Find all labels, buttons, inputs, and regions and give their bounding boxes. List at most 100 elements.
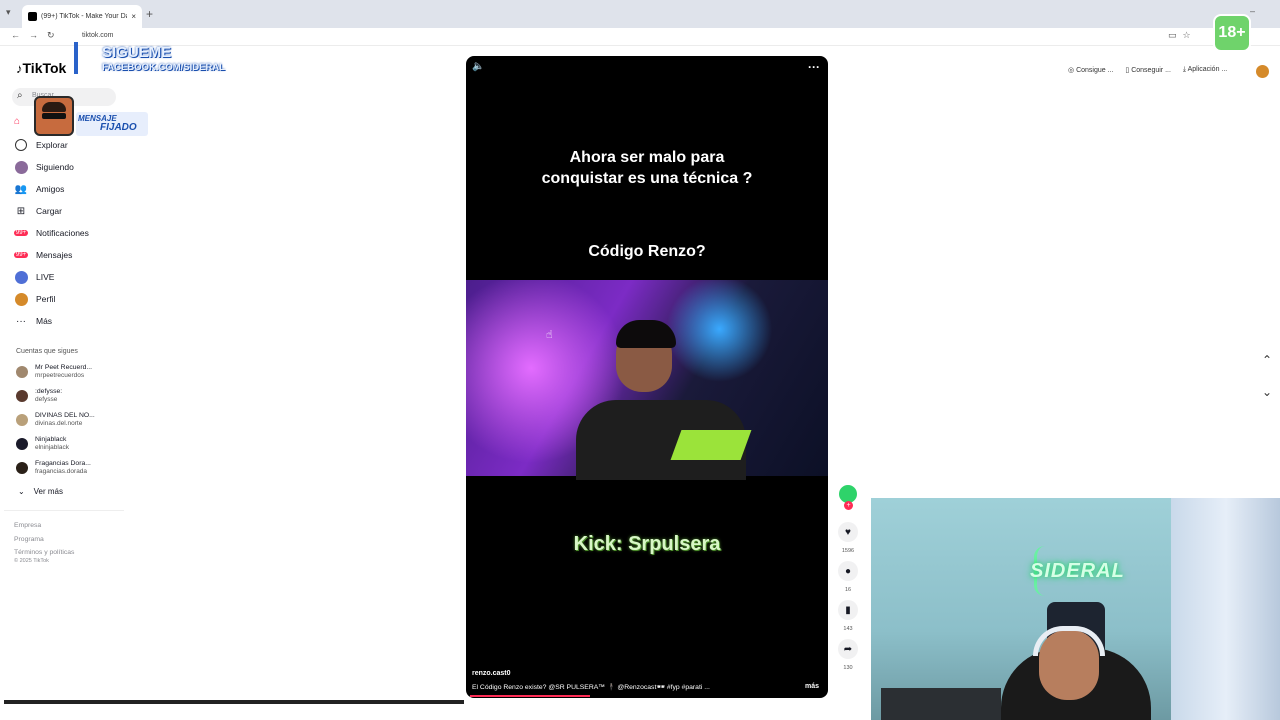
account-handle: fragancias.dorada (35, 468, 88, 475)
tab-search-icon[interactable]: ▾ (6, 7, 11, 18)
avatar (16, 366, 28, 378)
sidebar-item-label: Mensajes (36, 250, 73, 260)
video-author[interactable]: renzo.cast0 (472, 670, 511, 677)
back-arrow-icon[interactable]: ← (11, 30, 20, 40)
sidebar-item-explorar[interactable]: Explorar (14, 136, 68, 154)
followed-account[interactable]: DIVINAS DEL NO... divinas.del.norte (16, 409, 95, 431)
footer-link-empresa[interactable]: Empresa (14, 519, 74, 533)
notifications-icon: 99+ (13, 226, 29, 240)
logo-text: TikTok (22, 60, 67, 76)
followed-account[interactable]: Fragancias Dora... fragancias.dorada (16, 457, 91, 479)
video-clip-frame (466, 280, 828, 480)
messages-badge: 99+ (13, 252, 29, 258)
close-tab-icon[interactable]: × (131, 12, 136, 21)
followed-account[interactable]: Mr Peet Recuerd... mrpeetrecuerdos (16, 361, 92, 383)
new-tab-button[interactable]: + (146, 7, 153, 21)
browser-tab[interactable]: (99+) TikTok - Make Your Day × (22, 5, 142, 28)
shortcut-label: Consigue ... (1076, 67, 1114, 74)
sidebar-item-live[interactable]: LIVE (14, 268, 54, 286)
follow-me-text: SIGUEME (102, 44, 172, 61)
tiktok-favicon-icon (28, 12, 37, 21)
following-accounts-header: Cuentas que sigues (16, 348, 78, 355)
share-count: 130 (843, 665, 853, 671)
heart-icon: ♥ (845, 526, 851, 538)
sidebar-item-mensajes[interactable]: 99+ Mensajes (13, 246, 73, 264)
share-arrow-icon: ➦ (843, 643, 853, 655)
sidebar-item-label: Amigos (36, 184, 65, 194)
video-headline-line2: conquistar es una técnica ? (541, 170, 753, 187)
footer-link-programa[interactable]: Programa (14, 533, 74, 547)
copyright-text: © 2025 TikTok (14, 558, 49, 564)
desktop-app-link[interactable]: ⤓ Aplicación ... (1183, 66, 1227, 74)
video-progress-bar[interactable] (470, 695, 590, 697)
save-button[interactable]: ▮ (838, 600, 858, 620)
see-more-button[interactable]: ⌄ Ver más (18, 487, 63, 496)
search-icon: ⌕ (17, 90, 23, 101)
sidebar-item-label: Cargar (36, 206, 62, 216)
share-button[interactable]: ➦ (838, 639, 858, 659)
account-name: :defysse: (35, 388, 63, 395)
more-icon: ··· (16, 315, 26, 327)
sidebar-item-perfil[interactable]: Perfil (14, 290, 55, 308)
forward-arrow-icon[interactable]: → (29, 30, 38, 40)
top-right-shortcuts: ◎ Consigue ... ▯ Conseguir ... ⤓ Aplicac… (1068, 66, 1227, 74)
browser-tab-strip (0, 0, 1280, 28)
upload-icon: ⊞ (16, 205, 26, 217)
facebook-icon (74, 42, 78, 74)
account-handle: defysse (35, 396, 58, 403)
previous-video-icon[interactable]: ⌃ (1262, 353, 1272, 367)
sidebar-item-mas[interactable]: ··· Más (14, 312, 52, 330)
messages-icon: 99+ (13, 248, 29, 262)
avatar (16, 438, 28, 450)
volume-icon[interactable]: 🔈 (472, 61, 484, 72)
pinned-message-overlay: ⌂ MENSAJE FIJADO (14, 94, 150, 138)
sidebar-item-label: LIVE (36, 272, 55, 282)
bookmark-icon: ▮ (845, 604, 851, 616)
video-headline-line1: Ahora ser malo para (569, 149, 725, 166)
comment-count: 16 (844, 587, 852, 593)
bookmark-star-icon[interactable]: ▭☆ (1168, 30, 1197, 41)
sidebar-item-label: Explorar (36, 140, 68, 150)
kick-overlay-text: Kick: Srpulsera (573, 533, 721, 555)
account-name: Mr Peet Recuerd... (35, 364, 93, 371)
avatar (16, 462, 28, 474)
sideral-neon-sign: SIDERAL (1030, 560, 1125, 582)
caption-more-button[interactable]: más (805, 683, 819, 690)
follow-plus-icon[interactable]: + (844, 501, 853, 510)
get-coins-link[interactable]: ◎ Consigue ... (1068, 66, 1113, 74)
friends-icon: 👥 (14, 183, 28, 195)
sidebar-item-amigos[interactable]: 👥 Amigos (14, 180, 65, 198)
tiktok-logo[interactable]: ♪TikTok (16, 60, 66, 76)
sidebar-divider (4, 510, 124, 511)
sidebar-item-cargar[interactable]: ⊞ Cargar (14, 202, 62, 220)
home-icon[interactable]: ⌂ (14, 116, 20, 127)
followed-account[interactable]: :defysse: defysse (16, 385, 62, 407)
caption-ellipsis: ... (704, 684, 710, 691)
comment-icon: ● (844, 565, 852, 577)
sidebar-item-notificaciones[interactable]: 99+ Notificaciones (13, 224, 89, 242)
live-icon (14, 270, 28, 284)
more-options-icon[interactable]: ··· (808, 60, 820, 74)
account-name: Ninjablack (35, 436, 67, 443)
reload-icon[interactable]: ↻ (47, 30, 55, 41)
profile-avatar[interactable] (1256, 65, 1269, 78)
compass-icon (14, 138, 28, 152)
followed-account[interactable]: Ninjablack elninjablack (16, 433, 69, 455)
shortcut-label: Conseguir ... (1131, 67, 1171, 74)
sidebar-item-siguiendo[interactable]: Siguiendo (14, 158, 74, 176)
url-field[interactable]: tiktok.com (68, 30, 1158, 42)
pinned-message-line2: FIJADO (100, 122, 137, 133)
account-handle: elninjablack (35, 444, 69, 451)
video-headline: Ahora ser malo para conquistar es una té… (466, 147, 828, 189)
comment-button[interactable]: ● (838, 561, 858, 581)
account-handle: divinas.del.norte (35, 420, 83, 427)
age-rating-badge: 18+ (1213, 14, 1251, 52)
like-button[interactable]: ♥ (838, 522, 858, 542)
account-handle: mrpeetrecuerdos (35, 372, 85, 379)
following-icon (14, 160, 28, 174)
next-video-icon[interactable]: ⌄ (1262, 385, 1272, 399)
sidebar-item-label: Notificaciones (36, 228, 89, 238)
window-minimize-icon[interactable]: – (1250, 6, 1255, 16)
avatar (16, 414, 28, 426)
get-app-link[interactable]: ▯ Conseguir ... (1125, 66, 1170, 74)
